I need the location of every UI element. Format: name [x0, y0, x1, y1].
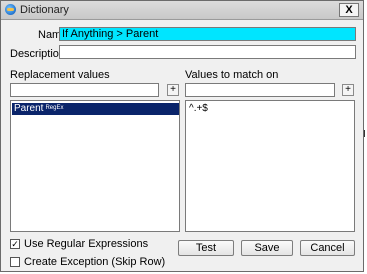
- add-replacement-button[interactable]: +: [167, 84, 179, 96]
- add-match-button[interactable]: +: [342, 84, 354, 96]
- list-item[interactable]: Parent RegEx: [12, 103, 179, 115]
- close-button[interactable]: X: [339, 3, 359, 17]
- match-value-input[interactable]: [185, 83, 335, 97]
- values-to-match-header: Values to match on: [185, 69, 279, 81]
- background-text-cursor: [364, 130, 365, 137]
- dictionary-window: Dictionary X Name: If Anything > Parent …: [0, 0, 364, 272]
- name-field[interactable]: If Anything > Parent: [59, 27, 356, 41]
- use-regex-label[interactable]: Use Regular Expressions: [24, 238, 148, 250]
- create-exception-label[interactable]: Create Exception (Skip Row): [24, 256, 165, 268]
- save-button[interactable]: Save: [241, 240, 293, 256]
- window-title: Dictionary: [20, 4, 69, 16]
- replacement-values-list[interactable]: Parent RegEx: [10, 100, 180, 232]
- create-exception-checkbox[interactable]: [10, 257, 20, 267]
- list-item[interactable]: ^.+$: [187, 103, 208, 115]
- cancel-button[interactable]: Cancel: [300, 240, 355, 256]
- match-values-list[interactable]: ^.+$: [185, 100, 355, 232]
- replacement-value-input[interactable]: [10, 83, 159, 97]
- description-field[interactable]: [59, 45, 356, 59]
- regex-tag: RegEx: [45, 105, 64, 111]
- title-bar[interactable]: Dictionary X: [1, 1, 363, 20]
- replacement-item-text: Parent: [14, 103, 44, 114]
- use-regex-checkbox[interactable]: ✓: [10, 239, 20, 249]
- dictionary-app-icon: [5, 4, 16, 15]
- replacement-values-header: Replacement values: [10, 69, 110, 81]
- test-button[interactable]: Test: [178, 240, 234, 256]
